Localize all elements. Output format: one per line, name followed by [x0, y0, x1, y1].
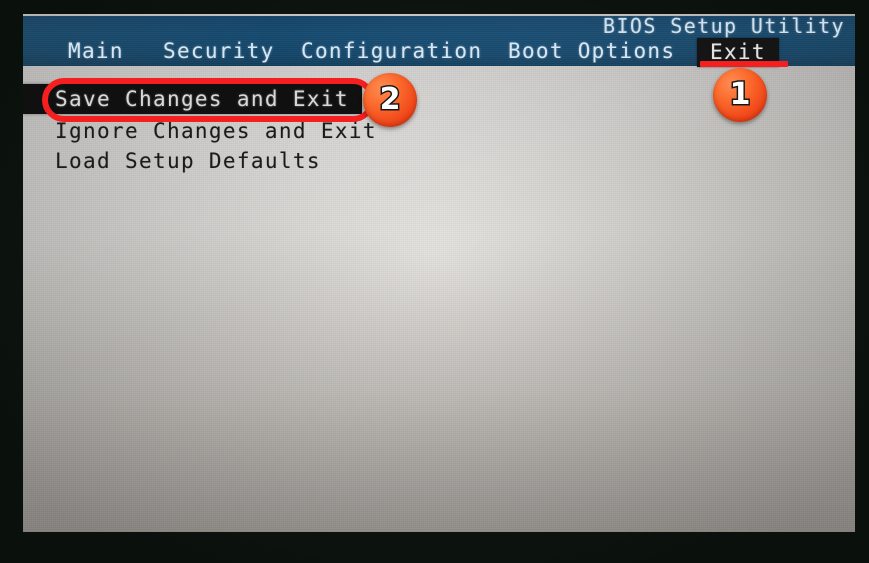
page-title: BIOS Setup Utility [603, 14, 845, 38]
tab-configuration[interactable]: Configuration [301, 38, 482, 64]
bios-screen: BIOS Setup Utility Main Security Configu… [23, 14, 855, 532]
menu-bar: Main Security Configuration Boot Options… [23, 38, 855, 67]
menu-item-label: Ignore Changes and Exit [55, 119, 377, 143]
tab-boot-options[interactable]: Boot Options [508, 38, 675, 64]
exit-menu-list: Save Changes and Exit Ignore Changes and… [23, 66, 855, 532]
menu-item-save-changes-and-exit[interactable]: Save Changes and Exit [23, 84, 362, 114]
menu-item-label: Save Changes and Exit [55, 87, 349, 111]
photo-frame: BIOS Setup Utility Main Security Configu… [0, 0, 869, 563]
tab-exit[interactable]: Exit [697, 38, 779, 67]
tab-main[interactable]: Main [68, 38, 124, 64]
menu-item-ignore-changes-and-exit[interactable]: Ignore Changes and Exit [23, 116, 377, 146]
tab-security[interactable]: Security [163, 38, 275, 64]
menu-item-load-setup-defaults[interactable]: Load Setup Defaults [23, 146, 321, 176]
menu-item-label: Load Setup Defaults [55, 149, 321, 173]
